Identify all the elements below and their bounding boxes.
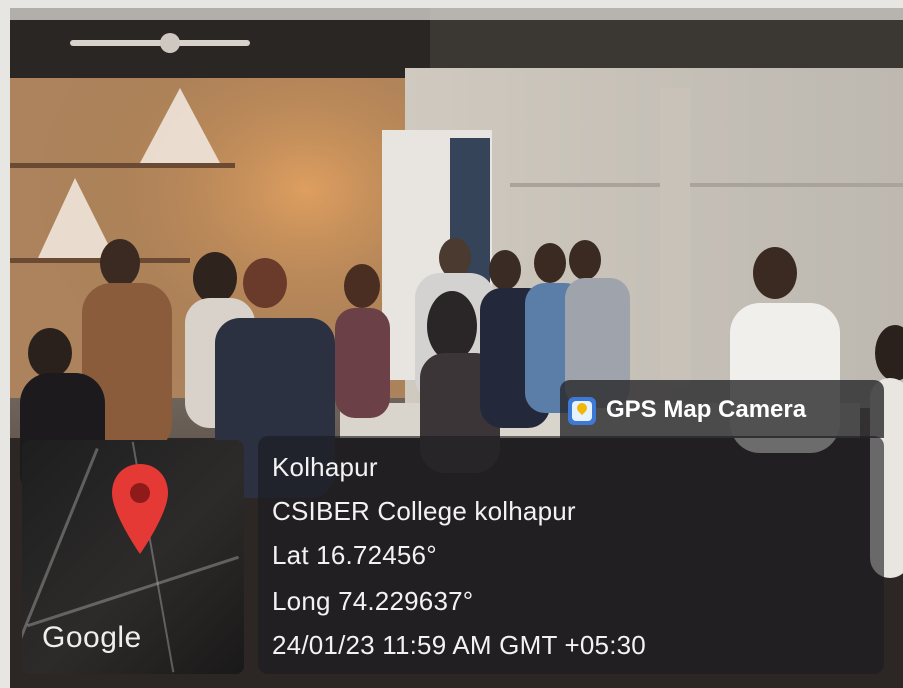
city-name: Kolhapur <box>272 452 378 482</box>
latitude-text: Lat 16.72456° <box>272 540 437 570</box>
map-pin-app-icon <box>568 397 596 425</box>
timestamp-text: 24/01/23 11:59 AM GMT +05:30 <box>272 630 646 660</box>
longitude-text: Long 74.229637° <box>272 586 474 616</box>
address-text: CSIBER College kolhapur <box>272 496 576 526</box>
map-attribution: Google <box>42 621 142 654</box>
location-pin-icon <box>112 464 168 554</box>
gps-app-name: GPS Map Camera <box>606 396 807 423</box>
screenshot-frame: GPS Map Camera Google Kolhapur CSIBER Co… <box>0 0 903 688</box>
